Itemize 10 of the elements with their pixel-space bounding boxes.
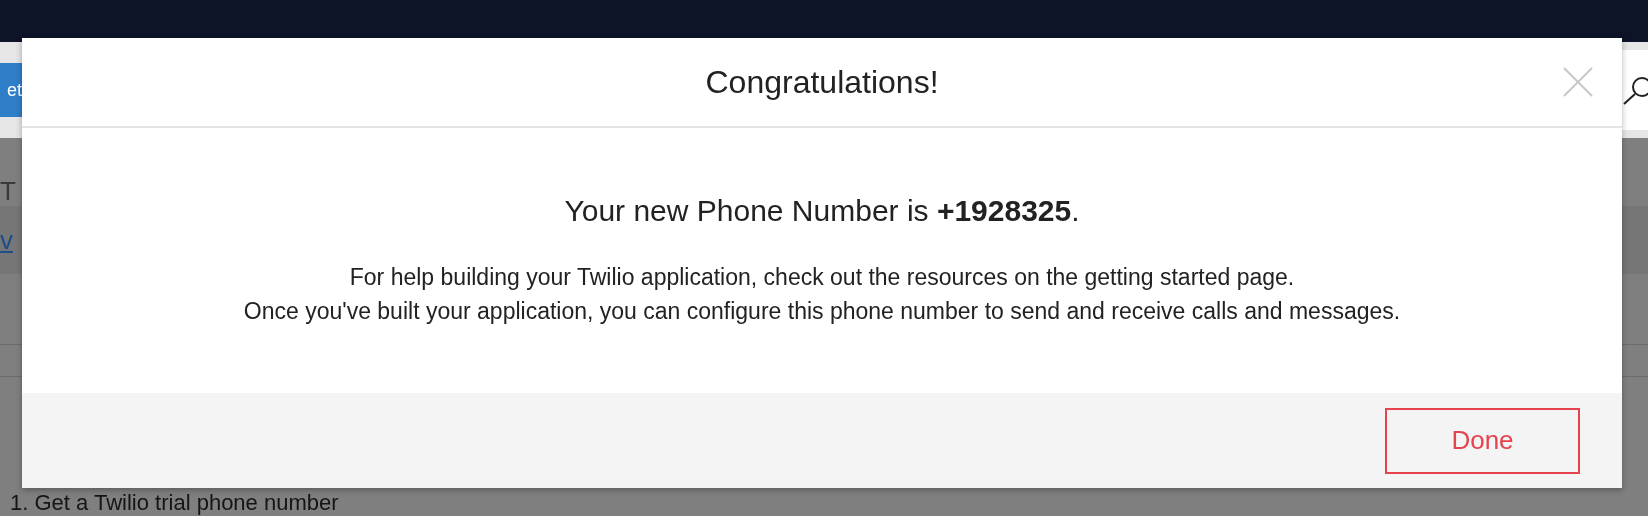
done-button[interactable]: Done [1385,407,1580,474]
link[interactable]: v [0,224,13,256]
phone-number-message: Your new Phone Number is +1928325. [564,194,1080,228]
search-icon[interactable] [1622,75,1648,105]
section-label: T [0,176,16,206]
help-text: For help building your Twilio application, check out the resources on the getting started page. [349,263,1295,292]
dialog-title: Congratulations! [705,63,939,101]
step-heading: 1. Get a Twilio trial phone number [10,490,339,516]
help-text: Once you've built your application, you can configure this phone number to send and receive calls and messages. [243,297,1401,326]
toolbar-button[interactable]: et [0,63,22,117]
